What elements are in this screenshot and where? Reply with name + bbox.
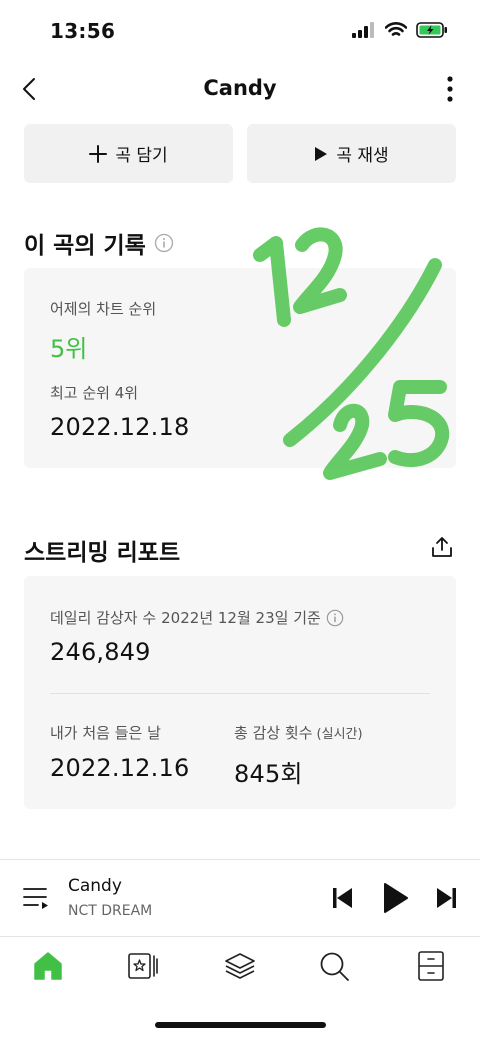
mini-player[interactable]: Candy NCT DREAM xyxy=(0,859,480,937)
play-button[interactable] xyxy=(383,882,409,918)
streaming-report-heading: 스트리밍 리포트 xyxy=(24,533,180,567)
music-library-icon xyxy=(128,953,158,979)
play-song-button[interactable]: 곡 재생 xyxy=(247,124,456,183)
info-icon[interactable] xyxy=(326,609,344,627)
total-plays-note: (실시간) xyxy=(316,727,363,742)
total-plays-value: 845회 xyxy=(234,760,303,788)
daily-listeners-label-row: 데일리 감상자 수 2022년 12월 23일 기준 xyxy=(50,607,344,628)
handwritten-note-12-25 xyxy=(253,227,450,480)
plus-icon xyxy=(89,144,108,163)
home-icon xyxy=(34,952,62,980)
skip-next-icon xyxy=(437,888,456,908)
wifi-icon xyxy=(384,22,408,42)
skip-previous-icon xyxy=(333,888,352,908)
share-button[interactable] xyxy=(430,535,454,563)
play-song-label: 곡 재생 xyxy=(336,146,389,166)
tab-search[interactable] xyxy=(313,946,357,986)
top-nav-bar: Candy xyxy=(0,62,480,118)
play-icon xyxy=(384,883,408,913)
song-record-heading: 이 곡의 기록 xyxy=(24,226,174,260)
signal-icon xyxy=(352,22,376,42)
tab-storage[interactable] xyxy=(409,946,453,986)
play-icon xyxy=(315,146,328,161)
streaming-report-card: 데일리 감상자 수 2022년 12월 23일 기준 246,849 내가 처음… xyxy=(24,576,456,809)
now-playing-artist: NCT DREAM xyxy=(68,903,153,919)
now-playing-title: Candy xyxy=(68,876,122,896)
daily-listeners-label: 데일리 감상자 수 xyxy=(50,609,157,627)
more-vertical-icon xyxy=(447,76,453,102)
layers-icon xyxy=(225,953,255,979)
song-record-title: 이 곡의 기록 xyxy=(24,233,146,259)
drawer-icon xyxy=(418,951,444,981)
yesterday-rank-label: 어제의 차트 순위 xyxy=(50,300,157,318)
card-divider xyxy=(50,693,430,694)
add-song-button[interactable]: 곡 담기 xyxy=(24,124,233,183)
tab-home[interactable] xyxy=(26,946,70,986)
previous-button[interactable] xyxy=(332,886,354,914)
status-icons xyxy=(352,22,448,42)
playlist-button[interactable] xyxy=(22,886,50,914)
status-time: 13:56 xyxy=(50,19,116,43)
playlist-icon xyxy=(23,888,48,909)
more-options-button[interactable] xyxy=(438,74,462,104)
page-title: Candy xyxy=(203,76,277,100)
add-song-label: 곡 담기 xyxy=(115,146,168,166)
tab-stack[interactable] xyxy=(218,946,262,986)
daily-listeners-value: 246,849 xyxy=(50,638,151,666)
search-icon xyxy=(320,952,349,981)
best-rank-date: 2022.12.18 xyxy=(50,413,190,441)
status-bar: 13:56 xyxy=(0,0,480,62)
best-rank-label: 최고 순위 4위 xyxy=(50,384,139,402)
battery-icon xyxy=(416,22,448,42)
next-button[interactable] xyxy=(435,886,457,914)
daily-listeners-basis: 2022년 12월 23일 기준 xyxy=(161,609,321,627)
first-listen-value: 2022.12.16 xyxy=(50,754,190,782)
first-listen-label: 내가 처음 들은 날 xyxy=(50,724,161,742)
total-plays-label: 총 감상 횟수 xyxy=(234,724,313,742)
total-plays-label-row: 총 감상 횟수 (실시간) xyxy=(234,722,363,743)
bottom-tab-bar xyxy=(0,938,480,998)
tab-library[interactable] xyxy=(121,946,165,986)
share-icon xyxy=(432,537,452,557)
streaming-report-title: 스트리밍 리포트 xyxy=(24,540,181,566)
yesterday-rank-value: 5위 xyxy=(50,335,88,363)
info-icon[interactable] xyxy=(154,233,174,253)
home-indicator[interactable] xyxy=(155,1022,326,1028)
